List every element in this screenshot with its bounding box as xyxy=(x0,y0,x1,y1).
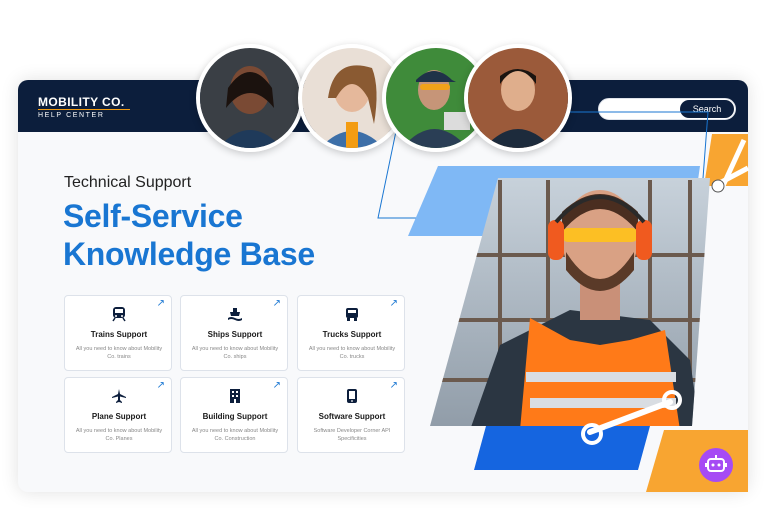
logo-subtitle: HELP CENTER xyxy=(38,112,105,119)
train-icon xyxy=(112,307,126,322)
headline-line-1: Self-Service xyxy=(63,198,243,234)
tile-software-support[interactable]: ↗ Software Support Software Developer Co… xyxy=(297,377,405,453)
tile-title: Trucks Support xyxy=(322,330,382,339)
tile-title: Ships Support xyxy=(207,330,263,339)
headline-line-2: Knowledge Base xyxy=(63,236,315,272)
truck-icon xyxy=(346,308,358,321)
external-arrow-icon: ↗ xyxy=(156,380,165,391)
tile-trucks-support[interactable]: ↗ Trucks Support All you need to know ab… xyxy=(297,295,405,371)
external-arrow-icon: ↗ xyxy=(272,380,281,391)
tile-title: Trains Support xyxy=(90,330,148,339)
tile-building-support[interactable]: ↗ Building Support All you need to know … xyxy=(180,377,288,453)
eyebrow-text: Technical Support xyxy=(64,174,192,191)
avatar-man-young xyxy=(464,44,572,152)
tile-title: Plane Support xyxy=(91,412,147,421)
external-arrow-icon: ↗ xyxy=(389,380,398,391)
external-arrow-icon: ↗ xyxy=(272,298,281,309)
tile-description: All you need to know about Mobility Co. … xyxy=(75,346,163,360)
search-input[interactable]: Search xyxy=(598,98,736,120)
tile-description: All you need to know about Mobility Co. … xyxy=(191,346,279,360)
tile-trains-support[interactable]: ↗ Trains Support All you need to know ab… xyxy=(64,295,172,371)
tablet-icon xyxy=(347,389,357,403)
tile-plane-support[interactable]: ↗ Plane Support All you need to know abo… xyxy=(64,377,172,453)
plane-icon xyxy=(112,389,126,403)
tile-title: Building Support xyxy=(202,412,268,421)
tile-description: All you need to know about Mobility Co. … xyxy=(191,428,279,442)
tile-ships-support[interactable]: ↗ Ships Support All you need to know abo… xyxy=(180,295,288,371)
chatbot-button[interactable] xyxy=(699,448,733,482)
search-button[interactable]: Search xyxy=(680,100,734,118)
logo-text: MOBILITY CO. xyxy=(38,95,125,109)
tile-title: Software Support xyxy=(318,412,386,421)
building-icon xyxy=(230,389,240,403)
tile-description: All you need to know about Mobility Co. … xyxy=(75,428,163,442)
logo-divider xyxy=(38,109,130,110)
tile-description: Software Developer Corner API Specificit… xyxy=(313,428,391,442)
chatbot-icon xyxy=(705,455,727,472)
ship-icon xyxy=(228,308,242,321)
external-arrow-icon: ↗ xyxy=(156,298,165,309)
external-arrow-icon: ↗ xyxy=(389,298,398,309)
tile-description: All you need to know about Mobility Co. … xyxy=(308,346,396,360)
avatar-woman-1 xyxy=(196,44,304,152)
